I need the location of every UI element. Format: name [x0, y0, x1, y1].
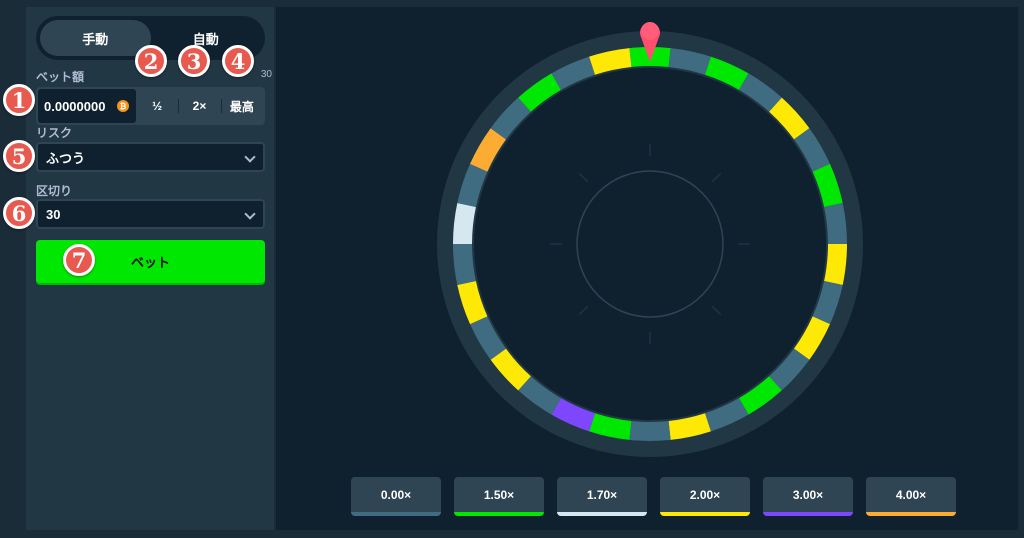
multiplier-chip[interactable]: 2.00× — [660, 477, 750, 516]
segments-select[interactable]: 30 — [36, 199, 265, 229]
double-bet-button[interactable]: 2× — [178, 89, 220, 123]
segments-label: 区切り — [36, 184, 73, 198]
annotation-badge-1: 1 — [3, 84, 35, 116]
annotation-badge-2: 2 — [135, 45, 167, 77]
bet-sidebar: 手動 自動 ベット額 30 ₿ ½ 2× 最高 リスク ふつう 区切り 30 ベ… — [26, 7, 274, 530]
risk-label: リスク — [36, 126, 73, 140]
bet-amount-row: ₿ ½ 2× 最高 — [36, 87, 265, 125]
bet-amount-hint: 30 — [260, 69, 272, 80]
bet-amount-field-wrap: ₿ — [38, 89, 136, 123]
segments-value: 30 — [46, 206, 61, 222]
wheel-game-area: 0.00× 1.50× 1.70× 2.00× 3.00× 4.00× — [276, 7, 1018, 530]
wheel-center — [474, 68, 826, 420]
risk-select[interactable]: ふつう — [36, 142, 265, 172]
annotation-badge-5: 5 — [3, 140, 35, 172]
bet-amount-label: ベット額 — [36, 70, 85, 84]
tab-manual[interactable]: 手動 — [40, 20, 151, 56]
annotation-badge-6: 6 — [3, 197, 35, 229]
chevron-down-icon — [244, 208, 256, 220]
annotation-badge-7: 7 — [63, 244, 95, 276]
bitcoin-icon: ₿ — [117, 100, 129, 112]
wheel[interactable] — [276, 7, 1018, 477]
annotation-badge-4: 4 — [222, 45, 254, 77]
max-bet-button[interactable]: 最高 — [220, 89, 263, 123]
multiplier-chip[interactable]: 1.50× — [454, 477, 544, 516]
annotation-badge-3: 3 — [178, 45, 210, 77]
multiplier-chip[interactable]: 3.00× — [763, 477, 853, 516]
chevron-down-icon — [244, 151, 256, 163]
bet-amount-input[interactable] — [44, 98, 114, 114]
multiplier-chip[interactable]: 0.00× — [351, 477, 441, 516]
wheel-segment — [629, 421, 671, 441]
risk-value: ふつう — [46, 150, 86, 166]
half-bet-button[interactable]: ½ — [136, 89, 178, 123]
multiplier-legend: 0.00× 1.50× 1.70× 2.00× 3.00× 4.00× — [351, 477, 969, 516]
multiplier-chip[interactable]: 1.70× — [557, 477, 647, 516]
multiplier-chip[interactable]: 4.00× — [866, 477, 956, 516]
